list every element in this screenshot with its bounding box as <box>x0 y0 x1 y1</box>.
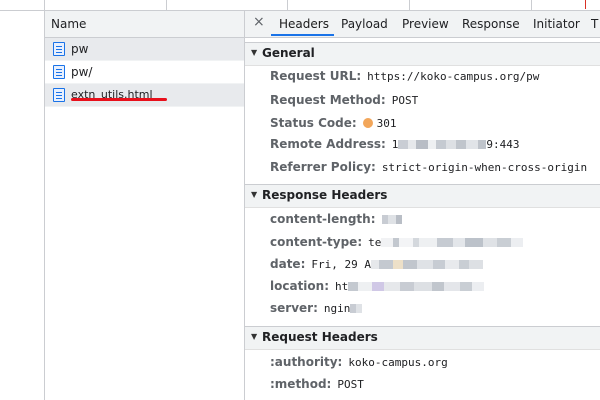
pixelated-redaction <box>381 236 524 247</box>
section-title: General <box>262 46 315 60</box>
request-name: pw <box>71 42 89 56</box>
document-icon <box>53 42 65 56</box>
field-key: content-type: <box>270 235 363 249</box>
tab-preview[interactable]: Preview <box>402 17 449 31</box>
tab-payload[interactable]: Payload <box>341 17 388 31</box>
top-timeline-strip <box>0 0 600 11</box>
expand-triangle-icon: ▼ <box>251 48 258 57</box>
request-list: pw pw/ extn_utils.html <box>45 38 244 107</box>
request-detail-pane: × Headers Payload Preview Response Initi… <box>245 11 600 400</box>
response-server: server: ngin <box>270 301 363 315</box>
field-value: POST <box>337 378 364 391</box>
expand-triangle-icon: ▼ <box>251 190 258 199</box>
response-content-length: content-length: <box>270 212 402 226</box>
timeline-tick <box>166 0 167 10</box>
detail-tabbar: × Headers Payload Preview Response Initi… <box>245 11 600 38</box>
response-date: date: Fri, 29 A <box>270 257 483 271</box>
timeline-tick <box>44 0 45 10</box>
tab-headers[interactable]: Headers <box>279 17 329 31</box>
field-key: Status Code: <box>270 116 357 130</box>
field-key: Referrer Policy: <box>270 160 376 174</box>
field-key: server: <box>270 301 318 315</box>
request-list-pane: Name pw pw/ extn_utils.html <box>0 11 245 400</box>
field-value-suffix: 9:443 <box>486 138 520 151</box>
general-request-url: Request URL: https://koko-campus.org/pw <box>270 69 539 83</box>
document-icon <box>53 88 65 102</box>
general-referrer-policy: Referrer Policy: strict-origin-when-cross… <box>270 160 587 174</box>
field-value: POST <box>391 94 419 107</box>
pixelated-redaction <box>370 258 483 269</box>
timeline-tick <box>531 0 532 10</box>
field-key: content-length: <box>270 212 376 226</box>
field-key: Request URL: <box>270 69 362 83</box>
timeline-tick <box>409 0 410 10</box>
active-tab-indicator <box>271 34 334 36</box>
field-value: https://koko-campus.org/pw <box>367 70 540 83</box>
request-method: :method: POST <box>270 377 364 391</box>
redaction-strike <box>71 98 167 101</box>
field-value-prefix: ngin <box>323 302 351 315</box>
general-status-code: Status Code: 301 <box>270 116 397 130</box>
pixelated-redaction <box>350 302 363 313</box>
document-icon <box>53 65 65 79</box>
field-key: Request Method: <box>270 93 386 107</box>
field-key: location: <box>270 279 330 293</box>
pixelated-redaction <box>381 213 402 224</box>
tab-response[interactable]: Response <box>462 17 520 31</box>
section-title: Response Headers <box>262 188 388 202</box>
section-response-headers-header[interactable]: ▼ Response Headers <box>245 184 600 208</box>
section-request-headers-header[interactable]: ▼ Request Headers <box>245 326 600 350</box>
response-location: location: ht <box>270 279 485 293</box>
general-remote-address: Remote Address: 1 9:443 <box>270 137 520 151</box>
section-title: Request Headers <box>262 330 378 344</box>
section-general-header[interactable]: ▼ General <box>245 42 600 66</box>
pixelated-redaction <box>398 138 487 149</box>
tab-initiator[interactable]: Initiator <box>533 17 580 31</box>
field-value-prefix: Fri, 29 A <box>311 258 371 271</box>
field-value: 301 <box>376 117 397 130</box>
general-request-method: Request Method: POST <box>270 93 418 107</box>
expand-triangle-icon: ▼ <box>251 332 258 341</box>
timeline-marker <box>585 0 586 9</box>
request-authority: :authority: koko-campus.org <box>270 355 448 369</box>
request-row-pw-slash[interactable]: pw/ <box>45 61 244 84</box>
waterfall-gutter <box>0 11 45 400</box>
pixelated-redaction <box>348 280 485 291</box>
field-value-prefix: te <box>368 236 382 249</box>
request-name: pw/ <box>71 65 93 79</box>
request-row-pw[interactable]: pw <box>45 38 244 61</box>
tab-truncated[interactable]: T <box>591 17 598 31</box>
name-column-header[interactable]: Name <box>45 11 244 38</box>
name-column-label: Name <box>51 17 87 31</box>
status-dot-icon <box>362 118 373 128</box>
field-value-prefix: 1 <box>391 138 399 151</box>
field-key: date: <box>270 257 306 271</box>
close-icon[interactable]: × <box>253 14 265 30</box>
field-value: koko-campus.org <box>348 356 448 369</box>
field-key: :authority: <box>270 355 343 369</box>
field-key: Remote Address: <box>270 137 386 151</box>
field-key: :method: <box>270 377 332 391</box>
field-value: strict-origin-when-cross-origin <box>381 161 588 174</box>
timeline-tick <box>287 0 288 10</box>
field-value-prefix: ht <box>335 280 349 293</box>
request-row-redacted[interactable]: extn_utils.html <box>45 84 244 107</box>
response-content-type: content-type: te <box>270 235 524 249</box>
